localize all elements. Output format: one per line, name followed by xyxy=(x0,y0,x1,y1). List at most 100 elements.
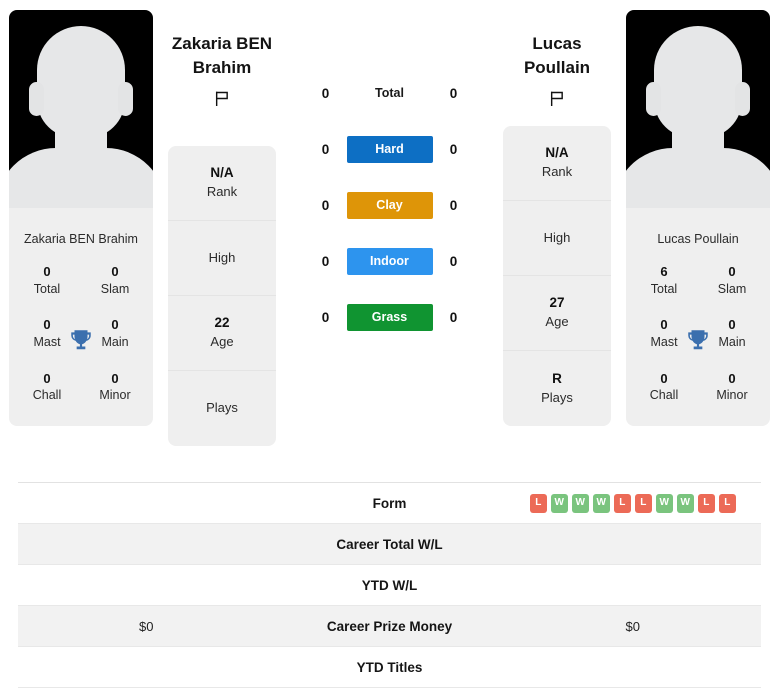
left-player-name-caption: Zakaria BEN Brahim xyxy=(24,232,138,246)
stat-label: Age xyxy=(210,334,234,350)
form-badge-list: LWWWLLWWLL xyxy=(529,493,736,513)
row-right-value: $0 xyxy=(625,618,640,634)
title-cell-total: 0 Total xyxy=(13,254,81,307)
table-row-form: Form LWWWLLWWLL xyxy=(18,483,761,524)
stat-value: N/A xyxy=(210,165,234,181)
form-badge-loss: L xyxy=(634,493,652,513)
row-right-value: LWWWLLWWLL xyxy=(505,493,762,513)
stat-label: High xyxy=(543,229,571,245)
surface-row-total: 0 Total 0 xyxy=(290,65,489,121)
title-label: Minor xyxy=(716,388,748,403)
left-player-card[interactable]: Zakaria BEN Brahim 0 Total 0 Slam 0 Mast… xyxy=(9,10,153,427)
right-player-card[interactable]: Lucas Poullain 6 Total 0 Slam 0 Mast 0 M… xyxy=(626,10,770,427)
stat-rank: N/A Rank xyxy=(168,146,276,221)
surface-row-grass: 0 Grass 0 xyxy=(290,289,489,345)
title-cell-chall: 0 Chall xyxy=(13,361,81,414)
surface-right-value: 0 xyxy=(449,85,458,101)
surface-left-value: 0 xyxy=(321,309,330,325)
surface-right-value: 0 xyxy=(449,197,458,213)
stat-plays: R Plays xyxy=(503,351,611,426)
title-cell-minor: 0 Minor xyxy=(81,361,149,414)
surface-pill-hard[interactable]: Hard xyxy=(346,135,433,163)
form-badge-loss: L xyxy=(697,493,715,513)
stat-value: 27 xyxy=(549,295,565,311)
surface-pill-indoor[interactable]: Indoor xyxy=(346,247,433,275)
table-row-career-total-wl: Career Total W/L xyxy=(18,524,761,565)
right-player-name-line2: Poullain xyxy=(523,58,591,78)
title-label: Chall xyxy=(32,388,62,403)
stat-label: Rank xyxy=(541,164,573,180)
trophy-icon xyxy=(68,327,94,353)
row-label: YTD Titles xyxy=(356,659,423,675)
comparison-stats-table: Form LWWWLLWWLL Career Total W/L YTD W/L… xyxy=(18,482,761,688)
left-player-stats-stack: N/A Rank High 22 Age Plays xyxy=(168,145,276,446)
title-value: 0 xyxy=(111,370,119,386)
surface-pill-grass[interactable]: Grass xyxy=(346,303,433,331)
title-label: Slam xyxy=(717,281,747,296)
surface-right-value: 0 xyxy=(449,309,458,325)
title-label: Total xyxy=(650,281,678,296)
surface-label-total: Total xyxy=(375,86,404,100)
title-label: Minor xyxy=(99,388,131,403)
right-player-info-column: Lucas Poullain N/A Rank High 27 Age R Pl… xyxy=(497,32,617,426)
title-value: 0 xyxy=(43,264,51,279)
title-cell-slam: 0 Slam xyxy=(81,254,149,307)
surface-row-clay: 0 Clay 0 xyxy=(290,177,489,233)
flag-outline-icon xyxy=(503,82,611,114)
surface-row-indoor: 0 Indoor 0 xyxy=(290,233,489,289)
row-label: YTD W/L xyxy=(361,577,418,593)
surface-left-value: 0 xyxy=(321,197,330,213)
stat-label: Age xyxy=(545,314,569,330)
form-badge-win: W xyxy=(571,493,589,513)
right-player-name-line1: Lucas xyxy=(532,34,582,53)
stat-age: 22 Age xyxy=(168,296,276,371)
surface-label-wrap: Grass xyxy=(346,303,433,331)
table-row-ytd-titles: YTD Titles xyxy=(18,647,761,688)
stat-age: 27 Age xyxy=(503,276,611,351)
title-value: 6 xyxy=(660,264,668,279)
right-titles-grid: 6 Total 0 Slam 0 Mast 0 Main 0 Chall 0 M… xyxy=(626,254,770,426)
surface-label-wrap: Indoor xyxy=(346,247,433,275)
right-player-name: Lucas Poullain xyxy=(503,32,611,80)
row-label: Career Total W/L xyxy=(336,536,443,552)
surface-label-wrap: Hard xyxy=(346,135,433,163)
form-badge-win: W xyxy=(550,493,568,513)
title-label: Total xyxy=(33,281,61,296)
stat-rank: N/A Rank xyxy=(503,126,611,201)
title-value: 0 xyxy=(728,370,736,386)
left-player-name-line2: Brahim xyxy=(192,58,252,78)
silhouette-ear-right xyxy=(118,82,133,116)
table-row-career-prize-money: $0 Career Prize Money $0 xyxy=(18,606,761,647)
left-player-info-column: Zakaria BEN Brahim N/A Rank High 22 Age xyxy=(162,32,282,446)
left-player-name-line1: Zakaria BEN xyxy=(171,34,273,53)
surface-label-wrap: Total xyxy=(347,84,433,102)
row-label: Career Prize Money xyxy=(326,618,453,634)
surface-row-hard: 0 Hard 0 xyxy=(290,121,489,177)
photo-fade xyxy=(626,208,770,222)
photo-fade xyxy=(9,208,153,222)
row-left-value: $0 xyxy=(139,618,154,634)
stat-label: Plays xyxy=(541,389,573,405)
title-cell-slam: 0 Slam xyxy=(698,254,766,307)
surface-label-wrap: Clay xyxy=(346,191,433,219)
surface-left-value: 0 xyxy=(321,141,330,157)
title-value: 0 xyxy=(728,264,736,279)
left-player-column: Zakaria BEN Brahim 0 Total 0 Slam 0 Mast… xyxy=(0,10,162,427)
title-cell-total: 6 Total xyxy=(630,254,698,307)
title-label: Slam xyxy=(100,281,130,296)
right-player-photo xyxy=(626,10,770,222)
title-value: 0 xyxy=(111,264,119,279)
surface-comparison-column: 0 Total 0 0 Hard 0 0 Clay 0 0 Indoor 0 0… xyxy=(282,10,497,345)
surface-pill-clay[interactable]: Clay xyxy=(346,191,433,219)
left-player-name: Zakaria BEN Brahim xyxy=(168,32,276,80)
form-badge-loss: L xyxy=(718,493,736,513)
title-value: 0 xyxy=(660,370,668,386)
title-cell-chall: 0 Chall xyxy=(630,361,698,414)
stat-label: High xyxy=(208,249,236,265)
flag-outline-icon xyxy=(168,82,276,114)
form-badge-win: W xyxy=(655,493,673,513)
stat-value: R xyxy=(552,370,562,386)
stat-value: N/A xyxy=(545,145,569,161)
form-badge-loss: L xyxy=(529,493,547,513)
stat-label: Rank xyxy=(206,184,238,200)
